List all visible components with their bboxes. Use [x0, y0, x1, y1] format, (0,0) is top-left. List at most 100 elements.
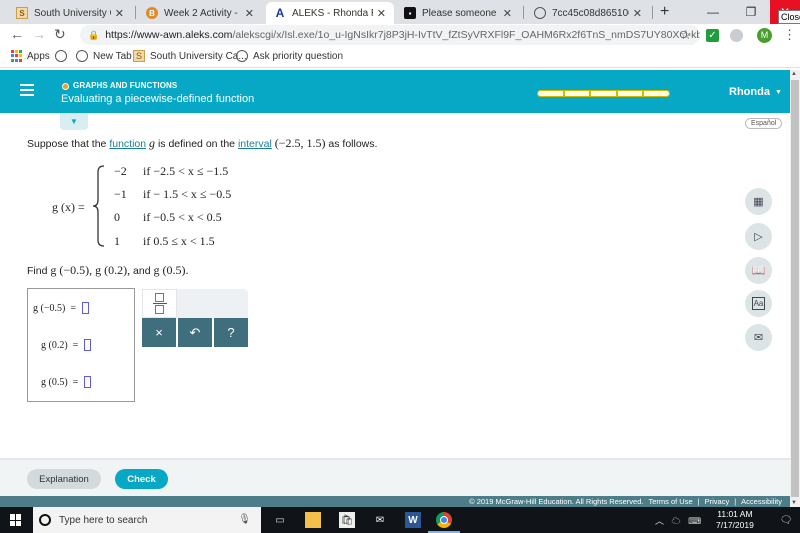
scrollbar-thumb[interactable] — [791, 80, 799, 497]
windows-start-icon[interactable] — [10, 514, 22, 526]
tab-aleks[interactable]: A ALEKS - Rhonda Rose - L ✕ — [266, 2, 394, 24]
interval-expression: (−2.5, 1.5) — [274, 136, 326, 150]
case-value: −1 — [114, 187, 127, 201]
answer-input-g-0.2[interactable] — [84, 339, 92, 351]
s-logo-icon: S — [16, 7, 28, 19]
bookmark-apps[interactable]: Apps — [10, 50, 50, 62]
answer-input-g-neg0.5[interactable] — [81, 302, 89, 314]
chevron-up-icon[interactable]: ︿ — [655, 516, 664, 526]
back-arrow-icon[interactable]: ← — [10, 26, 24, 42]
clear-button[interactable]: × — [142, 318, 176, 347]
address-bar[interactable]: 🔒 https://www-awn.aleks.com /alekscgi/x/… — [80, 25, 700, 45]
browser-menu-icon[interactable]: ⋮ — [783, 27, 796, 43]
user-menu[interactable]: Rhonda ▼ — [729, 86, 782, 98]
topic-category: GRAPHS AND FUNCTIONS — [73, 81, 178, 90]
microphone-icon[interactable]: 🎙 — [238, 514, 251, 525]
answer-label: g (0.5) — [41, 376, 68, 388]
tab-title: ALEKS - Rhonda Rose - L — [292, 7, 373, 19]
extension-icon[interactable] — [730, 29, 743, 42]
bookmark-ask-priority[interactable]: Ask priority question — [236, 50, 343, 62]
case-row: 1 if 0.5 ≤ x < 1.5 — [114, 234, 215, 249]
taskbar-search[interactable]: Type here to search 🎙 — [33, 507, 261, 533]
task-view-icon[interactable]: ▭ — [272, 512, 288, 528]
tab-divider — [523, 6, 524, 19]
interval-link[interactable]: interval — [238, 138, 272, 150]
new-tab-button[interactable]: + — [660, 3, 669, 21]
tab-close-icon[interactable]: ✕ — [245, 7, 254, 20]
clock-time: 11:01 AM — [717, 509, 753, 519]
calculator-button[interactable]: ▦ — [745, 188, 772, 215]
tab-image-hash[interactable]: 7cc45c08d865100ae07e ✕ — [526, 2, 650, 24]
function-link[interactable]: function — [109, 138, 146, 150]
problem-statement: Suppose that the function g is defined o… — [27, 136, 377, 151]
tab-divider — [135, 6, 136, 19]
word-icon[interactable]: W — [405, 512, 421, 528]
notifications-icon[interactable]: 🗨 — [778, 512, 794, 528]
topic-status-dot — [62, 83, 69, 90]
bookmark-label: New Tab — [93, 50, 132, 62]
message-icon: ✉ — [753, 332, 764, 344]
text: Suppose that the — [27, 138, 110, 150]
profile-avatar[interactable]: M — [757, 28, 772, 43]
calculator-icon: ▦ — [753, 196, 764, 208]
case-value: −2 — [114, 164, 127, 178]
bookmark-new-tab[interactable]: New Tab — [76, 50, 132, 62]
answer-input-g-0.5[interactable] — [84, 376, 92, 388]
scroll-up-arrow-icon[interactable]: ▲ — [791, 71, 797, 77]
tab-close-icon[interactable]: ✕ — [503, 7, 512, 20]
tab-close-icon[interactable]: ✕ — [633, 7, 642, 20]
onedrive-cloud-icon[interactable]: ☁ — [672, 516, 681, 526]
text: and — [130, 265, 154, 277]
answer-row: g (0.5) = — [41, 376, 92, 388]
bookmark-south-university[interactable]: S South University Ca... — [133, 50, 247, 62]
cortana-icon — [39, 514, 51, 526]
taskbar-clock[interactable]: 11:01 AM 7/17/2019 — [716, 509, 754, 531]
tab-week2-activity[interactable]: B Week 2 Activity - MAT1 ✕ — [138, 2, 262, 24]
textbook-button[interactable]: 📖 — [745, 257, 772, 284]
fraction-button[interactable] — [142, 289, 177, 318]
text: as follows. — [325, 138, 378, 150]
hamburger-menu-icon[interactable] — [20, 84, 34, 96]
clock-date: 7/17/2019 — [716, 520, 754, 530]
browser-toolbar: ← → ↻ 🔒 https://www-awn.aleks.com /aleks… — [0, 24, 800, 46]
bookmark-star-icon[interactable]: ☆ — [680, 27, 692, 43]
privacy-link[interactable]: Privacy — [705, 497, 730, 506]
scroll-down-arrow-icon[interactable]: ▼ — [791, 500, 797, 506]
tab-please-help[interactable]: ▪ Please someone help me ✕ — [396, 2, 520, 24]
undo-button[interactable]: ↶ — [178, 318, 212, 347]
b-logo-icon: B — [146, 7, 158, 19]
help-button[interactable]: ? — [214, 318, 248, 347]
terms-link[interactable]: Terms of Use — [648, 497, 692, 506]
dictionary-button[interactable]: Aa — [745, 290, 772, 317]
message-button[interactable]: ✉ — [745, 324, 772, 351]
reload-icon[interactable]: ↻ — [54, 26, 66, 43]
chrome-icon[interactable] — [436, 512, 452, 528]
progress-segment — [538, 91, 563, 96]
tab-close-icon[interactable]: ✕ — [377, 7, 386, 20]
keyboard-icon[interactable]: ⌨ — [688, 516, 701, 526]
page-scrollbar[interactable]: ▲ ▼ — [790, 70, 800, 507]
restore-button[interactable]: ❐ — [732, 0, 770, 24]
browser-tab-strip: S South University Campus ✕ B Week 2 Act… — [0, 0, 800, 24]
checkmark-extension-icon[interactable]: ✓ — [706, 29, 719, 42]
accessibility-link[interactable]: Accessibility — [741, 497, 782, 506]
tab-south-university[interactable]: S South University Campus ✕ — [8, 2, 132, 24]
file-explorer-icon[interactable] — [305, 512, 321, 528]
check-button[interactable]: Check — [115, 469, 168, 489]
forward-arrow-icon[interactable]: → — [32, 26, 46, 42]
progress-segment — [644, 91, 669, 96]
tab-close-icon[interactable]: ✕ — [115, 7, 124, 20]
bookmark-globe[interactable] — [55, 50, 72, 62]
mail-icon[interactable]: ✉ — [372, 512, 388, 528]
aleks-header: GRAPHS AND FUNCTIONS Evaluating a piecew… — [0, 70, 790, 113]
minimize-button[interactable]: — — [694, 0, 732, 24]
bookmark-label: Ask priority question — [253, 50, 344, 62]
explanation-button[interactable]: Explanation — [27, 469, 101, 489]
espanol-button[interactable]: Español — [745, 118, 783, 129]
collapse-header-button[interactable]: ▼ — [60, 113, 88, 130]
video-button[interactable]: ▷ — [745, 223, 772, 250]
apps-grid-icon — [10, 50, 22, 62]
system-tray: ︿ ☁ ⌨ — [655, 514, 701, 527]
store-icon[interactable]: 🛍 — [339, 512, 355, 528]
case-condition: if −2.5 < x ≤ −1.5 — [143, 164, 229, 178]
